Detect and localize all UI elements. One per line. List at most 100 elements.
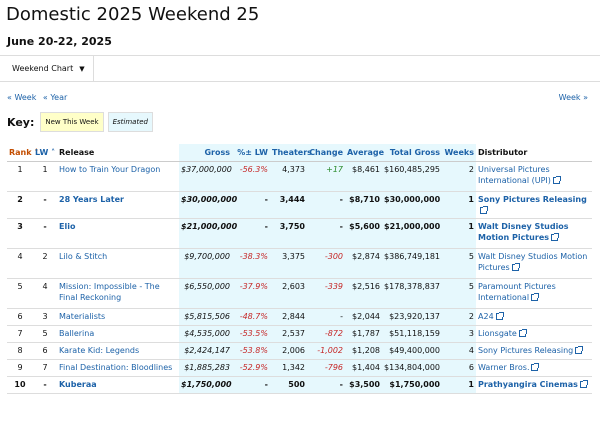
- theater-change-cell: -300: [307, 248, 345, 279]
- col-gross[interactable]: Gross: [179, 144, 232, 162]
- distributor-link[interactable]: Prathyangira Cinemas: [476, 376, 592, 394]
- table-row: 4 2 Lilo & Stitch $9,700,000 -38.3% 3,375 -300…: [7, 248, 592, 279]
- release-link[interactable]: Karate Kid: Legends: [57, 342, 179, 360]
- rank-cell: 7: [7, 325, 33, 343]
- theaters-cell: 3,444: [270, 191, 307, 219]
- col-pct-lw[interactable]: %± LW: [232, 144, 270, 162]
- total-gross-cell: $386,749,181: [382, 248, 442, 279]
- col-weeks[interactable]: Weeks: [442, 144, 476, 162]
- release-link[interactable]: Kuberaa: [57, 376, 179, 394]
- theater-change-cell: -: [307, 191, 345, 219]
- table-row: 3- Elio $21,000,000-3,750- $5,600 $21,000,00…: [7, 218, 592, 249]
- pct-change-cell: -: [232, 218, 270, 249]
- weeks-cell: 6: [442, 359, 476, 377]
- total-gross-cell: $51,118,159: [382, 325, 442, 343]
- distributor-link[interactable]: Walt Disney Studios Motion Pictures: [476, 248, 592, 279]
- weekend-dates: June 20-22, 2025: [7, 35, 112, 48]
- distributor-link[interactable]: Walt Disney Studios Motion Pictures: [476, 218, 592, 249]
- release-link[interactable]: How to Train Your Dragon: [57, 161, 179, 192]
- distributor-link[interactable]: Sony Pictures Releasing: [476, 342, 592, 360]
- col-rank[interactable]: Rank ˄: [7, 144, 38, 162]
- weeks-cell: 1: [442, 376, 476, 394]
- lw-cell: -: [33, 376, 57, 394]
- release-link[interactable]: Materialists: [57, 308, 179, 326]
- col-theaters[interactable]: Theaters: [270, 144, 312, 162]
- table-row: 10- Kuberaa $1,750,000-500- $3,500 $1,750,00…: [7, 376, 592, 394]
- weeks-cell: 2: [442, 308, 476, 326]
- pct-change-cell: -: [232, 191, 270, 219]
- theater-change-cell: -: [307, 376, 345, 394]
- theaters-cell: 2,603: [270, 278, 307, 309]
- theater-change-cell: -: [307, 218, 345, 249]
- theater-change-cell: -796: [307, 359, 345, 377]
- table-row: 8 6 Karate Kid: Legends $2,424,147 -53.8% 2,0…: [7, 342, 592, 360]
- chart-navbar: Weekend Chart ▼: [0, 55, 600, 82]
- col-average[interactable]: Average: [345, 144, 384, 162]
- pct-change-cell: -38.3%: [232, 248, 270, 279]
- col-total-gross[interactable]: Total Gross: [382, 144, 442, 162]
- theater-change-cell: +17: [307, 161, 345, 192]
- prev-week-link[interactable]: « Week: [7, 93, 36, 102]
- weeks-cell: 1: [442, 191, 476, 219]
- weeks-cell: 4: [442, 342, 476, 360]
- prev-year-link[interactable]: « Year: [43, 93, 67, 102]
- sort-up-icon: ˄: [51, 147, 56, 157]
- external-link-icon: [531, 362, 540, 371]
- col-lw[interactable]: LW ˄: [33, 144, 57, 162]
- release-link[interactable]: Final Destination: Bloodlines: [57, 359, 179, 377]
- average-cell: $8,461: [345, 161, 382, 192]
- key-new-this-week: New This Week: [40, 112, 104, 132]
- next-week-link[interactable]: Week »: [559, 93, 588, 102]
- average-cell: $5,600: [345, 218, 382, 249]
- total-gross-cell: $49,400,000: [382, 342, 442, 360]
- distributor-link[interactable]: Universal Pictures International (UPI): [476, 161, 592, 192]
- page-title: Domestic 2025 Weekend 25: [6, 4, 260, 25]
- key-label: Key:: [7, 115, 35, 129]
- total-gross-cell: $1,750,000: [382, 376, 442, 394]
- theaters-cell: 1,342: [270, 359, 307, 377]
- col-distributor[interactable]: Distributor: [476, 144, 592, 162]
- distributor-link[interactable]: Sony Pictures Releasing: [476, 191, 592, 219]
- release-link[interactable]: Ballerina: [57, 325, 179, 343]
- total-gross-cell: $30,000,000: [382, 191, 442, 219]
- theaters-cell: 3,375: [270, 248, 307, 279]
- pct-change-cell: -48.7%: [232, 308, 270, 326]
- gross-cell: $30,000,000: [179, 191, 237, 219]
- weeks-cell: 5: [442, 248, 476, 279]
- weekend-chart-dropdown[interactable]: Weekend Chart ▼: [0, 56, 94, 81]
- external-link-icon: [531, 292, 540, 301]
- distributor-link[interactable]: Lionsgate: [476, 325, 592, 343]
- gross-cell: $1,885,283: [179, 359, 232, 377]
- table-row: 7 5 Ballerina $4,535,000 -53.5% 2,537 -872 $1,7…: [7, 325, 592, 343]
- theaters-cell: 3,750: [270, 218, 307, 249]
- external-link-icon: [551, 232, 559, 241]
- release-link[interactable]: Lilo & Stitch: [57, 248, 179, 279]
- rank-cell: 2: [7, 191, 33, 219]
- col-change[interactable]: Change: [307, 144, 345, 162]
- chart-tab-label: Weekend Chart: [12, 64, 74, 73]
- col-release[interactable]: Release: [57, 144, 179, 162]
- key-estimated: Estimated: [107, 112, 153, 132]
- distributor-link[interactable]: Paramount Pictures International: [476, 278, 592, 309]
- gross-cell: $5,815,506: [179, 308, 232, 326]
- rank-cell: 9: [7, 359, 33, 377]
- distributor-link[interactable]: A24: [476, 308, 592, 326]
- average-cell: $1,787: [345, 325, 382, 343]
- release-link[interactable]: Elio: [57, 218, 179, 249]
- theater-change-cell: -: [307, 308, 345, 326]
- weeks-cell: 2: [442, 161, 476, 192]
- total-gross-cell: $178,378,837: [382, 278, 442, 309]
- release-link[interactable]: Mission: Impossible - The Final Reckonin…: [57, 278, 179, 309]
- external-link-icon: [511, 262, 520, 271]
- average-cell: $2,874: [345, 248, 382, 279]
- lw-cell: 1: [33, 161, 57, 192]
- lw-cell: 5: [33, 325, 57, 343]
- theater-change-cell: -1,002: [307, 342, 345, 360]
- average-cell: $2,044: [345, 308, 382, 326]
- rank-cell: 3: [7, 218, 33, 249]
- release-link[interactable]: 28 Years Later: [57, 191, 179, 219]
- external-link-icon: [579, 379, 588, 388]
- weeks-cell: 3: [442, 325, 476, 343]
- distributor-link[interactable]: Warner Bros.: [476, 359, 592, 377]
- table-row: 1 1 How to Train Your Dragon $37,000,000 -56…: [7, 161, 592, 192]
